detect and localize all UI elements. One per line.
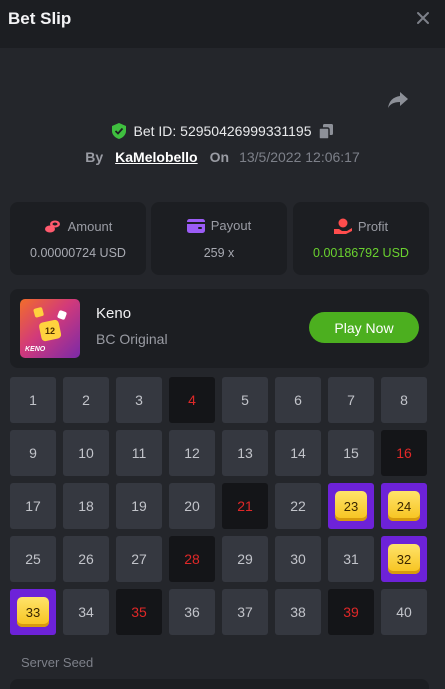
keno-cell[interactable]: 18 (63, 483, 109, 529)
on-label: On (209, 149, 230, 165)
hand-coin-icon (333, 218, 352, 234)
keno-cell[interactable]: 34 (63, 589, 109, 635)
keno-cell[interactable]: 3 (116, 377, 162, 423)
keno-cell[interactable]: 37 (222, 589, 268, 635)
keno-cell[interactable]: 6 (275, 377, 321, 423)
profit-value: 0.00186792 USD (313, 246, 409, 260)
keno-cell[interactable]: 21 (222, 483, 268, 529)
keno-cell[interactable]: 13 (222, 430, 268, 476)
keno-cell[interactable]: 31 (328, 536, 374, 582)
bet-date: 13/5/2022 12:06:17 (239, 149, 360, 165)
keno-cell[interactable]: 30 (275, 536, 321, 582)
server-seed-label: Server Seed (21, 655, 94, 670)
payout-label: Payout (210, 218, 252, 233)
keno-cell[interactable]: 28 (169, 536, 215, 582)
keno-cell[interactable]: 11 (116, 430, 162, 476)
keno-cell[interactable]: 32 (381, 536, 427, 582)
keno-cell[interactable]: 20 (169, 483, 215, 529)
keno-thumbnail[interactable]: 12 KENO (20, 299, 80, 358)
keno-hit-gem: 23 (335, 491, 367, 521)
keno-hit-gem: 24 (388, 491, 420, 521)
keno-cell[interactable]: 8 (381, 377, 427, 423)
amount-value: 0.00000724 USD (30, 246, 126, 260)
username-link[interactable]: KaMelobello (115, 149, 197, 165)
keno-hit-gem: 32 (388, 544, 420, 574)
keno-cell[interactable]: 36 (169, 589, 215, 635)
keno-cell[interactable]: 39 (328, 589, 374, 635)
keno-hit-gem: 33 (17, 597, 49, 627)
keno-cell[interactable]: 26 (63, 536, 109, 582)
profit-card: Profit 0.00186792 USD (293, 202, 429, 275)
keno-cell[interactable]: 29 (222, 536, 268, 582)
game-card: 12 KENO Keno BC Original Play Now (10, 289, 429, 368)
payout-card: Payout 259 x (151, 202, 287, 275)
by-label: By (85, 149, 104, 165)
share-icon[interactable] (386, 89, 410, 111)
keno-cell[interactable]: 40 (381, 589, 427, 635)
shield-check-icon (112, 123, 127, 139)
server-seed-field[interactable] (10, 679, 429, 689)
bet-slip-header: Bet Slip (0, 0, 445, 48)
keno-cell[interactable]: 15 (328, 430, 374, 476)
share-button[interactable] (386, 89, 410, 111)
wallet-icon (186, 218, 205, 233)
bet-author-row: By KaMelobello On 13/5/2022 12:06:17 (0, 147, 445, 167)
amount-card: Amount 0.00000724 USD (10, 202, 146, 275)
keno-cell[interactable]: 23 (328, 483, 374, 529)
game-name: Keno (96, 305, 132, 322)
keno-cell[interactable]: 38 (275, 589, 321, 635)
keno-cell[interactable]: 24 (381, 483, 427, 529)
keno-cell[interactable]: 17 (10, 483, 56, 529)
bet-id-row: Bet ID: 52950426999331195 (0, 121, 445, 141)
keno-cell[interactable]: 19 (116, 483, 162, 529)
keno-cell[interactable]: 33 (10, 589, 56, 635)
keno-cell[interactable]: 1 (10, 377, 56, 423)
keno-thumb-tag: KENO (25, 346, 46, 353)
keno-cell[interactable]: 4 (169, 377, 215, 423)
keno-cell[interactable]: 12 (169, 430, 215, 476)
profit-label: Profit (357, 218, 389, 234)
game-subtitle: BC Original (96, 331, 168, 347)
keno-cell[interactable]: 16 (381, 430, 427, 476)
keno-cell[interactable]: 25 (10, 536, 56, 582)
close-button[interactable] (413, 8, 433, 28)
keno-cell[interactable]: 7 (328, 377, 374, 423)
close-icon[interactable] (413, 8, 433, 28)
copy-icon[interactable] (318, 123, 333, 139)
keno-cell[interactable]: 27 (116, 536, 162, 582)
keno-cell[interactable]: 5 (222, 377, 268, 423)
keno-cell[interactable]: 10 (63, 430, 109, 476)
keno-cell[interactable]: 2 (63, 377, 109, 423)
coins-icon (44, 220, 60, 233)
bet-id: Bet ID: 52950426999331195 (133, 123, 312, 139)
keno-cell[interactable]: 35 (116, 589, 162, 635)
payout-value: 259 x (203, 246, 235, 260)
keno-cell[interactable]: 14 (275, 430, 321, 476)
keno-cell[interactable]: 9 (10, 430, 56, 476)
page-title: Bet Slip (8, 9, 72, 28)
keno-ball-number: 12 (45, 326, 55, 336)
amount-label: Amount (67, 218, 113, 234)
keno-cell[interactable]: 22 (275, 483, 321, 529)
play-now-button[interactable]: Play Now (309, 312, 419, 343)
